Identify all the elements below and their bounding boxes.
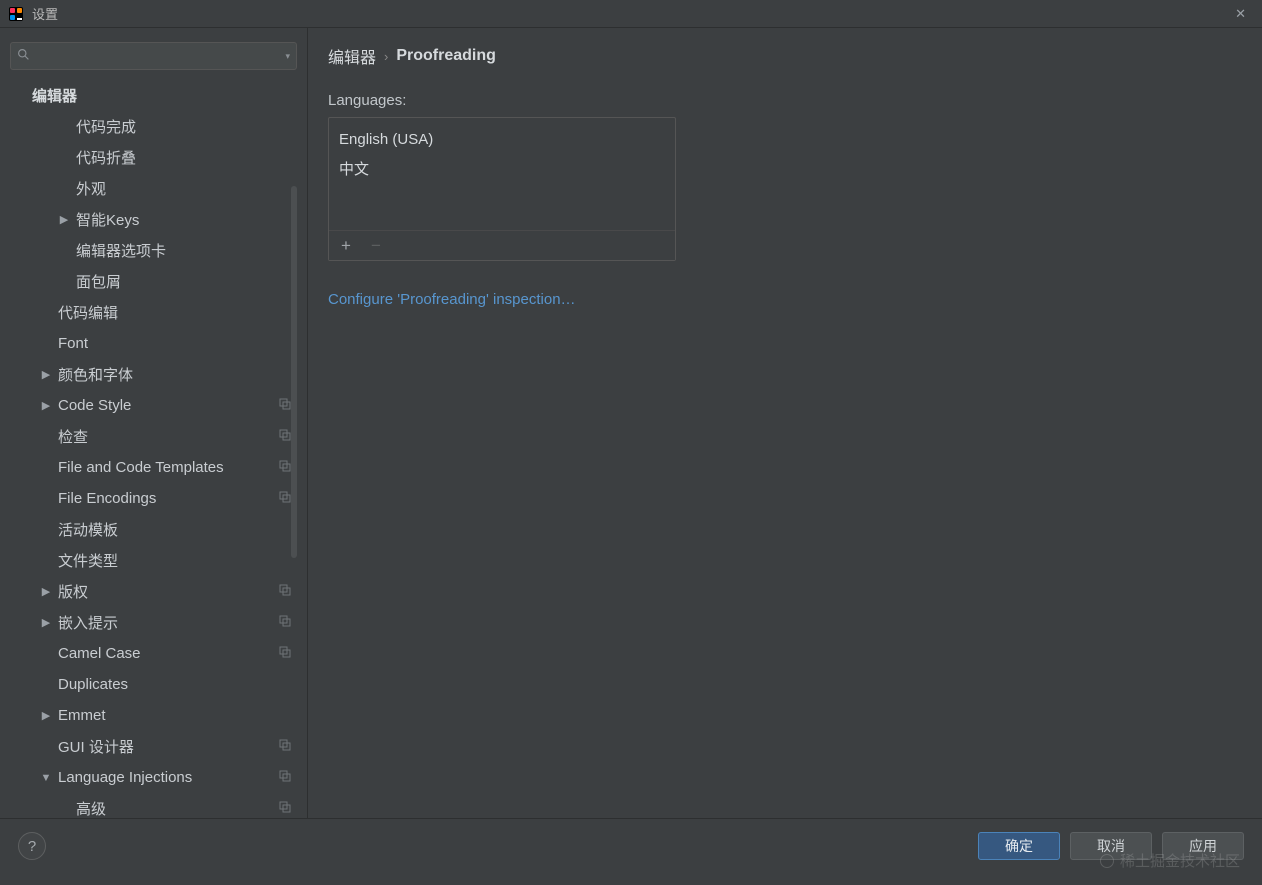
close-icon[interactable]: ✕ <box>1227 4 1254 24</box>
tree-item-label: 面包屑 <box>76 271 297 292</box>
tree-item-label: 嵌入提示 <box>58 612 279 633</box>
tree-item[interactable]: 代码编辑 <box>10 297 297 328</box>
chevron-down-icon: ▾ <box>285 51 290 62</box>
titlebar: 设置 ✕ <box>0 0 1262 28</box>
project-scope-icon <box>279 646 297 661</box>
language-item[interactable]: 中文 <box>339 153 665 184</box>
tree-root-editor[interactable]: 编辑器 <box>10 80 297 111</box>
scrollbar[interactable] <box>291 186 297 558</box>
cancel-button[interactable]: 取消 <box>1070 832 1152 860</box>
remove-language-button[interactable]: − <box>367 237 385 254</box>
tree-item[interactable]: 高级 <box>10 793 297 818</box>
apply-button[interactable]: 应用 <box>1162 832 1244 860</box>
languages-list[interactable]: English (USA)中文 <box>329 118 675 230</box>
chevron-right-icon: ▶ <box>40 368 52 381</box>
settings-tree: 编辑器 代码完成代码折叠外观 ▶ 智能Keys 编辑器选项卡面包屑代码编辑 Font ▶ 颜… <box>10 80 297 818</box>
tree-item-label: 代码编辑 <box>58 302 297 323</box>
chevron-right-icon: ▶ <box>40 709 52 722</box>
window-title: 设置 <box>32 4 1227 23</box>
tree-item-label: Duplicates <box>58 676 297 693</box>
tree-item[interactable]: ▶ 智能Keys <box>10 204 297 235</box>
search-input[interactable] <box>34 49 285 64</box>
tree-item-label: File and Code Templates <box>58 459 279 476</box>
project-scope-icon <box>279 770 297 785</box>
tree-item[interactable]: 外观 <box>10 173 297 204</box>
tree-item-label: Font <box>58 335 297 352</box>
languages-label: Languages: <box>328 92 1242 109</box>
tree-item[interactable]: 活动模板 <box>10 514 297 545</box>
breadcrumb: 编辑器 › Proofreading <box>328 44 1242 68</box>
content-panel: 编辑器 › Proofreading Languages: English (U… <box>308 28 1262 818</box>
tree-item[interactable]: ▶ 颜色和字体 <box>10 359 297 390</box>
tree-item-label: 版权 <box>58 581 279 602</box>
tree-item[interactable]: File Encodings <box>10 483 297 514</box>
tree-item[interactable]: Font <box>10 328 297 359</box>
project-scope-icon <box>279 615 297 630</box>
tree-item-label: Code Style <box>58 397 279 414</box>
breadcrumb-separator: › <box>384 49 388 64</box>
app-icon <box>8 6 24 22</box>
tree-item[interactable]: GUI 设计器 <box>10 731 297 762</box>
tree-item[interactable]: 代码完成 <box>10 111 297 142</box>
tree-item-label: 活动模板 <box>58 519 297 540</box>
search-box[interactable]: ▾ <box>10 42 297 70</box>
tree-item[interactable]: Duplicates <box>10 669 297 700</box>
tree-item-label: Language Injections <box>58 769 279 786</box>
tree-item-label: 高级 <box>76 798 279 818</box>
tree-item-label: Camel Case <box>58 645 279 662</box>
languages-panel: English (USA)中文 + − <box>328 117 676 261</box>
chevron-right-icon: ▶ <box>40 616 52 629</box>
tree-item[interactable]: 编辑器选项卡 <box>10 235 297 266</box>
tree-item-label: 智能Keys <box>76 209 297 230</box>
chevron-down-icon: ▼ <box>40 772 52 784</box>
tree-item-label: File Encodings <box>58 490 279 507</box>
tree-item-label: 文件类型 <box>58 550 297 571</box>
add-language-button[interactable]: + <box>337 237 355 254</box>
tree-item-label: Emmet <box>58 707 297 724</box>
configure-proofreading-link[interactable]: Configure 'Proofreading' inspection… <box>328 291 576 308</box>
project-scope-icon <box>279 739 297 754</box>
chevron-right-icon: ▶ <box>40 585 52 598</box>
help-button[interactable]: ? <box>18 832 46 860</box>
chevron-right-icon: ▶ <box>58 213 70 226</box>
tree-item[interactable]: 检查 <box>10 421 297 452</box>
project-scope-icon <box>279 584 297 599</box>
language-item[interactable]: English (USA) <box>339 126 665 153</box>
tree-item[interactable]: Camel Case <box>10 638 297 669</box>
tree-item[interactable]: 代码折叠 <box>10 142 297 173</box>
tree-item-label: GUI 设计器 <box>58 736 279 757</box>
tree-item[interactable]: ▶ Code Style <box>10 390 297 421</box>
sidebar: ▾ 编辑器 代码完成代码折叠外观 ▶ 智能Keys 编辑器选项卡面包屑代码编辑 Font… <box>0 28 308 818</box>
tree-item-label: 颜色和字体 <box>58 364 297 385</box>
breadcrumb-current: Proofreading <box>396 47 496 65</box>
tree-item[interactable]: ▼ Language Injections <box>10 762 297 793</box>
tree-item-label: 代码完成 <box>76 116 297 137</box>
tree-item[interactable]: 文件类型 <box>10 545 297 576</box>
ok-button[interactable]: 确定 <box>978 832 1060 860</box>
languages-toolbar: + − <box>329 230 675 260</box>
tree-item-label: 检查 <box>58 426 279 447</box>
footer: ? 确定 取消 应用 稀土掘金技术社区 <box>0 818 1262 873</box>
tree-item[interactable]: ▶ 嵌入提示 <box>10 607 297 638</box>
chevron-right-icon: ▶ <box>40 399 52 412</box>
tree-item-label: 代码折叠 <box>76 147 297 168</box>
tree-item-label: 编辑器选项卡 <box>76 240 297 261</box>
tree-item[interactable]: File and Code Templates <box>10 452 297 483</box>
breadcrumb-parent[interactable]: 编辑器 <box>328 44 376 68</box>
tree-item[interactable]: ▶ Emmet <box>10 700 297 731</box>
main-area: ▾ 编辑器 代码完成代码折叠外观 ▶ 智能Keys 编辑器选项卡面包屑代码编辑 Font… <box>0 28 1262 818</box>
project-scope-icon <box>279 801 297 816</box>
tree-item-label: 外观 <box>76 178 297 199</box>
tree-item[interactable]: 面包屑 <box>10 266 297 297</box>
search-icon <box>17 48 30 64</box>
tree-item[interactable]: ▶ 版权 <box>10 576 297 607</box>
